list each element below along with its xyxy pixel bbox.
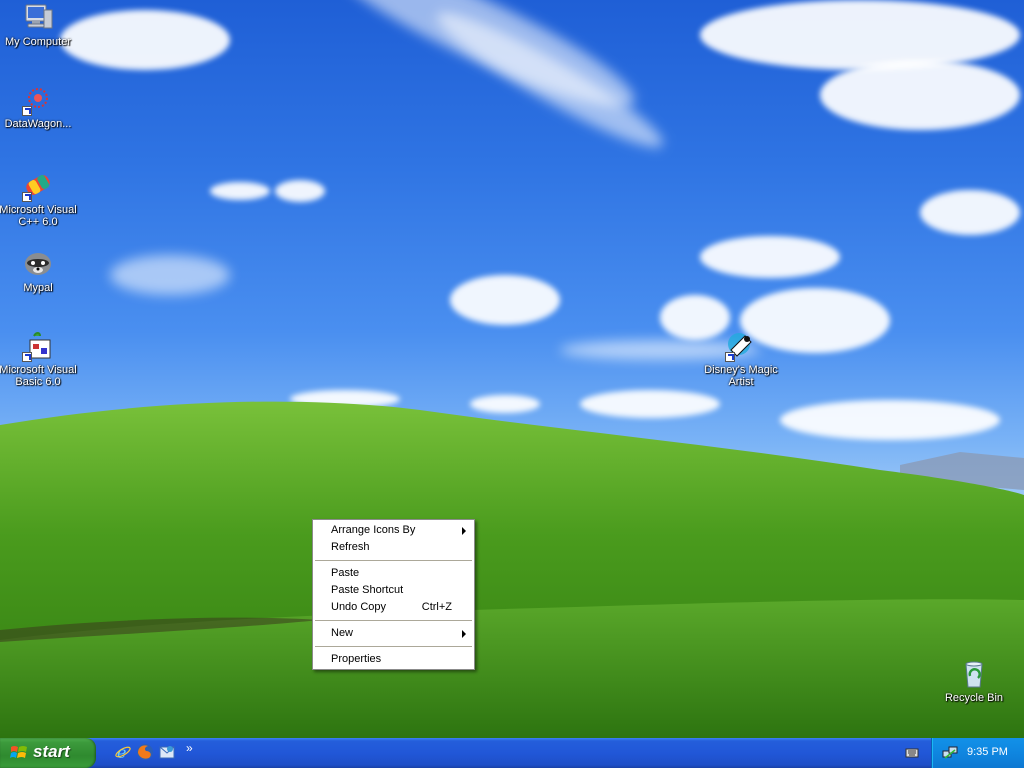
quick-launch-overflow-chevron[interactable]: » — [186, 741, 193, 755]
my-computer-icon — [22, 2, 54, 34]
menu-item-label: Undo Copy — [331, 601, 387, 613]
system-tray: 9:35 PM — [931, 738, 1024, 768]
menu-separator — [315, 620, 472, 621]
desktop-icon-visual-basic[interactable]: Microsoft Visual Basic 6.0 — [0, 330, 78, 388]
shortcut-arrow-icon — [22, 192, 32, 202]
menu-item-label: Properties — [331, 653, 382, 665]
submenu-arrow-icon — [462, 527, 466, 535]
menu-item-label: Refresh — [331, 541, 370, 553]
menu-item-paste-shortcut[interactable]: Paste Shortcut — [313, 582, 474, 599]
desktop-icon-label: Mypal — [23, 282, 53, 294]
start-label: start — [33, 742, 70, 761]
menu-item-arrange-icons-by[interactable]: Arrange Icons By — [313, 522, 474, 539]
mypal-raccoon-icon — [22, 248, 54, 280]
menu-item-properties[interactable]: Properties — [313, 651, 474, 668]
visual-basic-icon — [22, 330, 54, 362]
submenu-arrow-icon — [462, 630, 466, 638]
datawagon-icon — [22, 84, 54, 116]
desktop-icon-label: Recycle Bin — [944, 692, 1004, 704]
menu-item-label: Paste — [331, 567, 360, 579]
clock[interactable]: 9:35 PM — [967, 746, 1008, 758]
menu-item-new[interactable]: New — [313, 625, 474, 642]
desktop-icon-label: My Computer — [4, 36, 72, 48]
internet-explorer-icon[interactable]: e — [114, 743, 132, 761]
taskbar: start e » 9:35 PM — [0, 738, 1024, 768]
desktop-icon-recycle-bin[interactable]: Recycle Bin — [934, 658, 1014, 704]
shortcut-arrow-icon — [22, 352, 32, 362]
recycle-bin-icon — [958, 658, 990, 690]
desktop[interactable]: My Computer DataWagon... Microsoft Visua… — [0, 0, 1024, 738]
menu-item-label: Paste Shortcut — [331, 584, 404, 596]
firefox-icon[interactable] — [136, 743, 154, 761]
menu-item-refresh[interactable]: Refresh — [313, 539, 474, 556]
menu-item-shortcut: Ctrl+Z — [421, 601, 452, 613]
start-button[interactable]: start — [0, 738, 96, 768]
shortcut-arrow-icon — [22, 106, 32, 116]
desktop-context-menu: Arrange Icons By Refresh Paste Paste Sho… — [312, 519, 475, 670]
network-icon[interactable] — [942, 745, 958, 761]
desktop-icon-label: Microsoft Visual C++ 6.0 — [0, 204, 77, 228]
menu-item-label: New — [331, 627, 354, 639]
desktop-icon-label: Microsoft Visual Basic 6.0 — [0, 364, 77, 388]
magic-artist-icon — [725, 330, 757, 362]
menu-item-undo-copy[interactable]: Undo Copy Ctrl+Z — [313, 599, 474, 616]
windows-flag-icon — [10, 746, 27, 758]
menu-item-label: Arrange Icons By — [331, 524, 416, 536]
desktop-icon-datawagon[interactable]: DataWagon... — [0, 84, 78, 130]
desktop-icon-mypal[interactable]: Mypal — [0, 248, 78, 294]
desktop-icon-label: Disney's Magic Artist — [704, 364, 778, 388]
desktop-icon-visual-cpp[interactable]: Microsoft Visual C++ 6.0 — [0, 170, 78, 228]
menu-separator — [315, 646, 472, 647]
desktop-icon-my-computer[interactable]: My Computer — [0, 2, 78, 48]
shortcut-arrow-icon — [725, 352, 735, 362]
visual-cpp-icon — [22, 170, 54, 202]
keyboard-icon[interactable] — [905, 746, 919, 760]
desktop-icon-label: DataWagon... — [4, 118, 72, 130]
menu-item-paste[interactable]: Paste — [313, 565, 474, 582]
outlook-express-icon[interactable] — [158, 743, 176, 761]
bliss-hills — [0, 401, 1024, 738]
menu-separator — [315, 560, 472, 561]
desktop-icon-magic-artist[interactable]: Disney's Magic Artist — [701, 330, 781, 388]
